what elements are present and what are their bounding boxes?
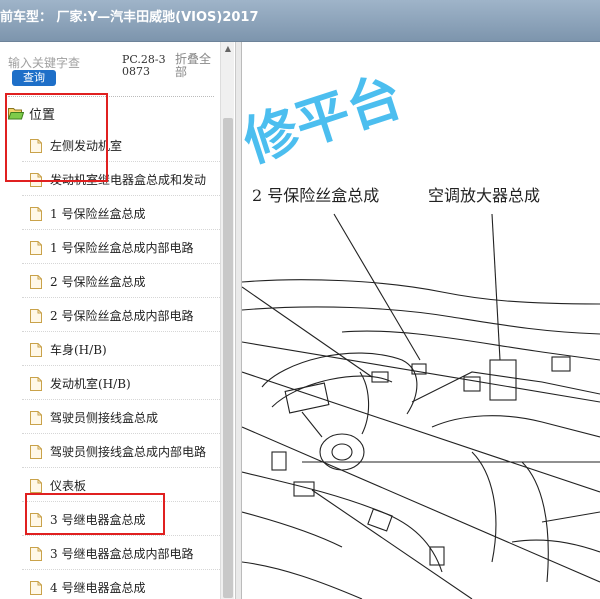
- tree-item[interactable]: 驾驶员侧接线盒总成: [22, 400, 220, 434]
- pc-code: PC.28-30873: [122, 53, 166, 78]
- tree-item[interactable]: 4 号继电器盒总成: [30, 570, 220, 599]
- diagram-view[interactable]: 修平台 2 号保险丝盒总成 空调放大器总成: [242, 42, 600, 599]
- document-icon: [30, 410, 42, 425]
- tree-item-label: 仪表板: [50, 478, 87, 493]
- highlight-box-item: [25, 493, 165, 535]
- window-title: 前车型： 厂家:Y—汽丰田威驰(VIOS)2017: [0, 10, 259, 25]
- tree-item[interactable]: 发动机室(H/B): [22, 366, 220, 400]
- scroll-thumb[interactable]: [223, 118, 233, 598]
- tree-item[interactable]: 2 号保险丝盒总成内部电路: [22, 298, 220, 332]
- title-bar: 前车型： 厂家:Y—汽丰田威驰(VIOS)2017: [0, 0, 600, 42]
- sidebar-scrollbar[interactable]: ▲: [220, 42, 234, 599]
- tree-item[interactable]: 驾驶员侧接线盒总成内部电路: [22, 434, 220, 468]
- document-icon: [30, 478, 42, 493]
- document-icon: [30, 580, 42, 595]
- tree-item-label: 1 号保险丝盒总成内部电路: [50, 240, 194, 255]
- document-icon: [30, 206, 42, 221]
- tree-item-label: 2 号保险丝盒总成: [50, 274, 146, 289]
- tree-item[interactable]: 3 号继电器盒总成内部电路: [22, 536, 220, 570]
- document-icon: [30, 444, 42, 459]
- document-icon: [30, 376, 42, 391]
- tree-item[interactable]: 2 号保险丝盒总成: [22, 264, 220, 298]
- highlight-box-folder: [5, 93, 108, 182]
- tree-item[interactable]: 1 号保险丝盒总成: [22, 196, 220, 230]
- query-button[interactable]: 查询: [12, 70, 56, 86]
- tree-item-label: 4 号继电器盒总成: [50, 580, 146, 595]
- tree-item-label: 车身(H/B): [50, 342, 107, 357]
- tree-item[interactable]: 1 号保险丝盒总成内部电路: [22, 230, 220, 264]
- tree-item[interactable]: 车身(H/B): [22, 332, 220, 366]
- document-icon: [30, 308, 42, 323]
- collapse-all-button[interactable]: 折叠全部: [175, 53, 215, 79]
- label-fuse-box-2: 2 号保险丝盒总成: [252, 186, 380, 205]
- label-ac-amplifier: 空调放大器总成: [428, 186, 541, 205]
- tree-item-label: 发动机室(H/B): [50, 376, 131, 391]
- scroll-up-arrow-icon[interactable]: ▲: [221, 42, 235, 56]
- tree-item-label: 1 号保险丝盒总成: [50, 206, 146, 221]
- tree-item-label: 2 号保险丝盒总成内部电路: [50, 308, 194, 323]
- document-icon: [30, 546, 42, 561]
- search-area: 查询 PC.28-30873 折叠全部: [0, 42, 220, 98]
- sidebar: 查询 PC.28-30873 折叠全部 位置 左侧发动机室发动机室继电器盒总成和…: [0, 42, 236, 599]
- tree-item-label: 3 号继电器盒总成内部电路: [50, 546, 194, 561]
- tree-item-label: 驾驶员侧接线盒总成内部电路: [50, 444, 207, 459]
- tree-item-label: 驾驶员侧接线盒总成: [50, 410, 159, 425]
- document-icon: [30, 342, 42, 357]
- document-icon: [30, 240, 42, 255]
- document-icon: [30, 274, 42, 289]
